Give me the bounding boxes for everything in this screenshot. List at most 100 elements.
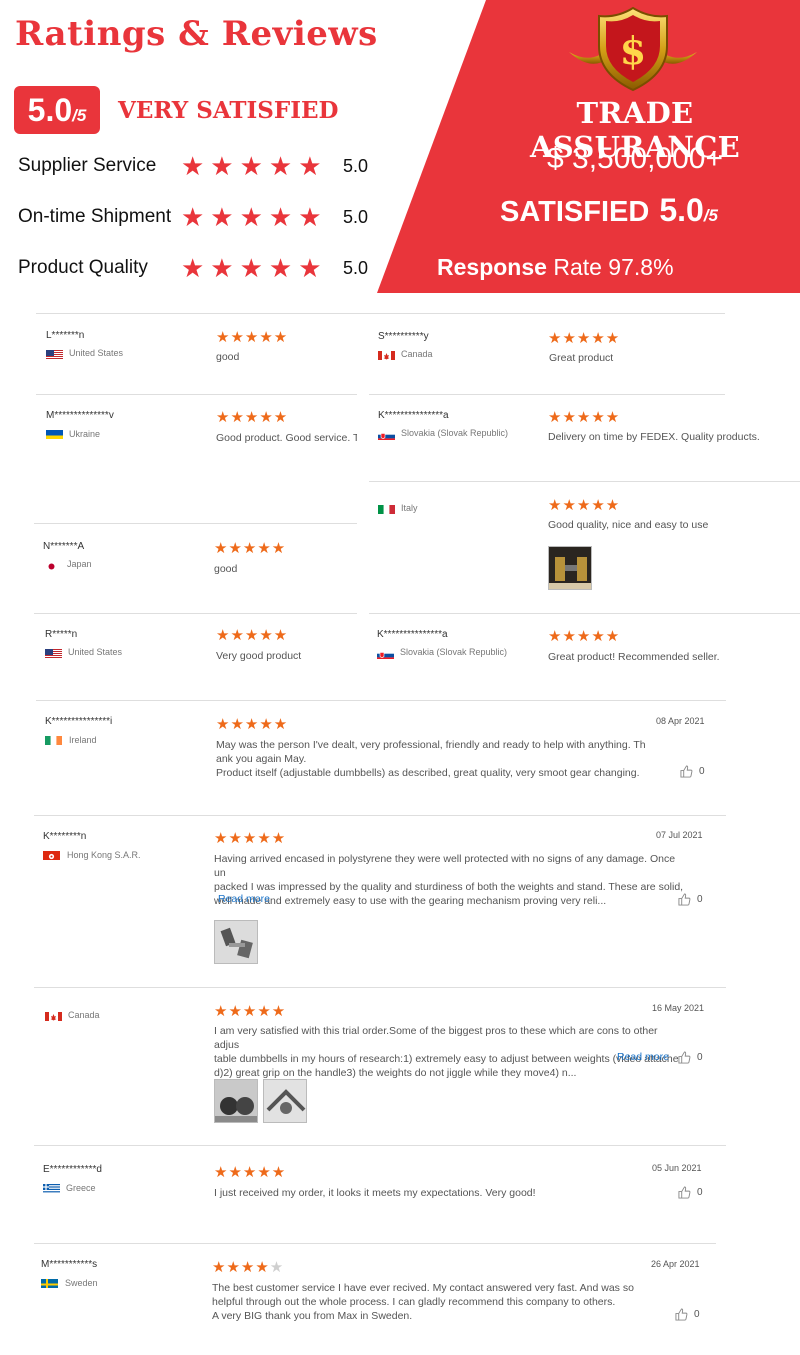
sk-flag-icon xyxy=(377,648,394,659)
reviewer-country: United States xyxy=(69,348,124,358)
us-flag-icon xyxy=(45,647,62,658)
reviewer-country: Canada xyxy=(68,1010,100,1020)
review-text: Having arrived encased in polystyrene th… xyxy=(214,853,684,907)
like-button[interactable]: 0 xyxy=(678,1186,703,1199)
like-count: 0 xyxy=(697,1052,703,1063)
divider xyxy=(34,987,726,988)
overall-score-denominator: /5 xyxy=(72,106,87,125)
divider xyxy=(34,1243,716,1244)
trade-assurance-satisfied: SATISFIED 5.0/5 xyxy=(500,192,718,229)
reviewer-name: R*****n xyxy=(45,629,78,640)
response-label: Response xyxy=(437,254,547,280)
reviewer-country: Ireland xyxy=(69,735,97,745)
metric-label: Supplier Service xyxy=(18,155,157,176)
review-date: 26 Apr 2021 xyxy=(651,1259,700,1269)
reviewer-country: Italy xyxy=(401,503,418,513)
metric-supplier-service: Supplier Service ★★★★★ 5.0 xyxy=(18,151,378,181)
star-rating-icon: ★★★★★ xyxy=(548,497,621,514)
like-button[interactable]: 0 xyxy=(678,1051,703,1064)
review-text: I just received my order, it looks it me… xyxy=(214,1187,536,1199)
star-rating-icon: ★★★★★ xyxy=(216,329,289,346)
satisfied-label: SATISFIED xyxy=(500,196,650,228)
page-title: Ratings & Reviews xyxy=(15,14,378,54)
jp-flag-icon xyxy=(43,559,60,570)
divider xyxy=(34,523,357,524)
ratings-header: Ratings & Reviews 5.0 /5 VERY SATISFIED … xyxy=(0,0,800,293)
like-button[interactable]: 0 xyxy=(678,893,703,906)
divider xyxy=(34,1145,726,1146)
gr-flag-icon xyxy=(43,1182,60,1193)
metric-value: 5.0 xyxy=(343,257,369,278)
satisfied-score: 5.0 xyxy=(659,192,704,228)
thumbs-up-icon xyxy=(678,1186,691,1199)
divider xyxy=(369,394,725,395)
reviewer-name: M***********s xyxy=(41,1259,98,1270)
review-photo[interactable] xyxy=(263,1079,307,1123)
reviewer-country: Canada xyxy=(401,349,433,359)
reviewer-country: Greece xyxy=(66,1183,96,1193)
read-more-link[interactable]: Read more xyxy=(218,893,270,905)
metric-product-quality: Product Quality ★★★★★ 5.0 xyxy=(18,253,378,283)
star-rating-icon: ★★★★★ xyxy=(548,409,621,426)
reviewer-country: Hong Kong S.A.R. xyxy=(67,850,141,860)
review-text: good xyxy=(214,563,238,575)
satisfaction-label: VERY SATISFIED xyxy=(118,97,339,124)
star-rating-icon: ★★★★★ xyxy=(181,151,328,181)
review-photo[interactable] xyxy=(548,546,592,590)
star-rating-icon: ★★★★★ xyxy=(214,1003,287,1020)
reviewer-country: Slovakia (Slovak Republic) xyxy=(400,647,508,657)
overall-score-badge: 5.0 /5 xyxy=(14,86,100,134)
star-rating-icon: ★★★★★ xyxy=(216,716,289,733)
star-rating-icon: ★★★★★ xyxy=(216,627,289,644)
metric-label: Product Quality xyxy=(18,257,148,278)
like-button[interactable]: 0 xyxy=(675,1308,700,1321)
review-text: good xyxy=(216,351,240,363)
like-button[interactable]: 0 xyxy=(680,765,705,778)
reviewer-country: Sweden xyxy=(65,1278,98,1288)
divider xyxy=(369,481,800,482)
star-rating-icon: ★★★★★ xyxy=(212,1259,285,1276)
read-more-link[interactable]: Read more xyxy=(617,1051,669,1063)
star-rating-icon: ★★★★★ xyxy=(216,409,289,426)
overall-score: 5.0 xyxy=(27,92,73,128)
reviewer-name: S**********y xyxy=(378,331,429,342)
thumbs-up-icon xyxy=(680,765,693,778)
reviewer-country: Slovakia (Slovak Republic) xyxy=(401,428,509,438)
reviewer-name: K***************i xyxy=(45,716,113,727)
star-rating-icon: ★★★★★ xyxy=(548,628,621,645)
review-date: 08 Apr 2021 xyxy=(656,716,705,726)
like-count: 0 xyxy=(697,894,703,905)
reviewer-name: M**************v xyxy=(46,410,114,421)
reviewer-country: Ukraine xyxy=(69,429,101,439)
review-photo[interactable] xyxy=(214,920,258,964)
thumbs-up-icon xyxy=(678,1051,691,1064)
star-rating-icon: ★★★★★ xyxy=(548,330,621,347)
reviewer-country: Japan xyxy=(67,559,92,569)
reviewer-name: K********n xyxy=(43,831,87,842)
star-rating-icon: ★★★★★ xyxy=(181,202,328,232)
divider xyxy=(36,313,725,314)
review-text: Good quality, nice and easy to use xyxy=(548,519,709,531)
dollar-shield-icon: $ xyxy=(569,6,697,92)
response-rate-value: Rate 97.8% xyxy=(553,254,674,280)
review-photo[interactable] xyxy=(214,1079,258,1123)
review-text: Delivery on time by FEDEX. Quality produ… xyxy=(548,431,760,443)
svg-text:$: $ xyxy=(620,28,646,73)
divider xyxy=(36,700,726,701)
review-text: I am very satisfied with this trial orde… xyxy=(214,1025,679,1079)
reviewer-name: L*******n xyxy=(46,330,85,341)
divider xyxy=(34,613,357,614)
reviewer-name: E************d xyxy=(43,1164,102,1175)
review-text: Good product. Good service. T xyxy=(216,432,357,444)
reviewer-country: United States xyxy=(68,647,123,657)
divider xyxy=(34,815,726,816)
like-count: 0 xyxy=(697,1187,703,1198)
divider xyxy=(36,394,357,395)
review-text: Great product! Recommended seller. xyxy=(548,651,720,663)
star-rating-icon: ★★★★★ xyxy=(214,830,287,847)
reviewer-name: K***************a xyxy=(377,629,448,640)
thumbs-up-icon xyxy=(675,1308,688,1321)
ie-flag-icon xyxy=(45,734,62,745)
hk-flag-icon xyxy=(43,849,60,860)
review-text: Great product xyxy=(549,352,614,364)
